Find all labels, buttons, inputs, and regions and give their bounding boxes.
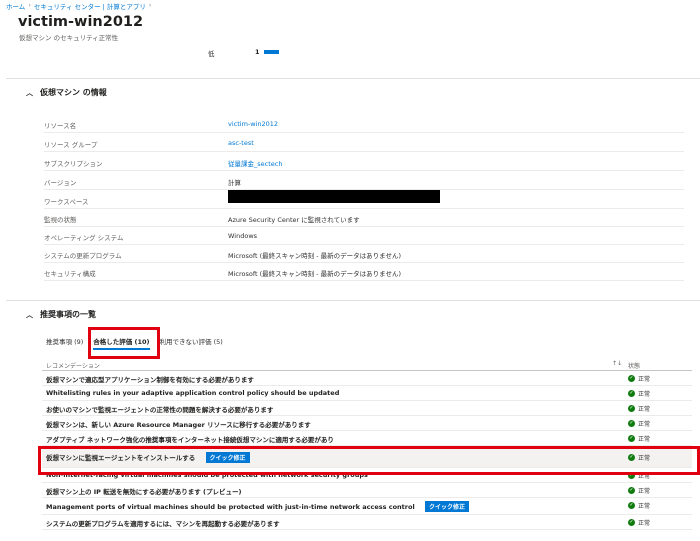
status-cell: ✓ 正常 [628, 404, 650, 413]
check-circle-icon: ✓ [628, 519, 635, 526]
tab-recommendations[interactable]: 推奨事項 (9) [46, 336, 83, 350]
table-row[interactable]: Management ports of virtual machines sho… [42, 498, 692, 515]
info-row-subscription: サブスクリプション 従量課金_sectech [44, 153, 684, 171]
info-value: Azure Security Center に監視されています [228, 216, 360, 224]
info-row-resource-name: リソース名 victim-win2012 [44, 115, 684, 133]
highlight-box-monitoring-row [38, 446, 700, 475]
status-text: 正常 [638, 520, 651, 527]
info-row-monitoring: 監視の状態 Azure Security Center に監視されています [44, 209, 684, 227]
info-key: リソース グループ [44, 141, 98, 149]
status-cell: ✓ 正常 [628, 389, 650, 398]
check-circle-icon: ✓ [628, 405, 635, 412]
info-key: オペレーティング システム [44, 234, 124, 242]
table-row[interactable]: Whitelisting rules in your adaptive appl… [42, 386, 692, 401]
divider [6, 78, 700, 79]
breadcrumb-security-center[interactable]: セキュリティ センター | 計算とアプリ [34, 1, 146, 11]
status-text: 正常 [638, 391, 651, 398]
column-recommendation[interactable]: レコメンデーション [46, 361, 100, 370]
redacted-workspace-value [228, 190, 440, 203]
divider [6, 300, 700, 301]
chevron-up-icon: ︿ [26, 88, 33, 97]
page-subtitle: 仮想マシン のセキュリティ正常性 [19, 34, 119, 42]
status-text: 正常 [638, 488, 651, 495]
status-cell: ✓ 正常 [628, 501, 650, 510]
breadcrumb: ホーム › セキュリティ センター | 計算とアプリ › [6, 1, 152, 11]
table-row[interactable]: アダプティブ ネットワーク強化の推奨事項をインターネット接続仮想マシンに適用する… [42, 431, 692, 446]
highlight-box-passed-tab [88, 327, 160, 359]
info-key: バージョン [44, 179, 77, 187]
quick-fix-button[interactable]: クイック修正 [424, 501, 469, 512]
severity-bar [263, 50, 279, 54]
status-text: 正常 [638, 406, 651, 413]
info-row-resource-group: リソース グループ asc-test [44, 134, 684, 152]
table-row[interactable]: お使いのマシンで監視エージェントの正常性の問題を解決する必要があります ✓ 正常 [42, 401, 692, 416]
recommendation-cell: Management ports of virtual machines sho… [46, 501, 469, 512]
recommendation-text: お使いのマシンで監視エージェントの正常性の問題を解決する必要があります [46, 406, 274, 414]
tab-unavailable-assessments[interactable]: 利用できない評価 (5) [160, 336, 223, 350]
recommendations-heading: 推奨事項の一覧 [40, 310, 96, 319]
recommendation-text: Management ports of virtual machines sho… [46, 503, 415, 511]
status-cell: ✓ 正常 [628, 518, 650, 527]
status-cell: ✓ 正常 [628, 486, 650, 495]
severity-summary: 低 [208, 48, 215, 58]
status-text: 正常 [638, 436, 651, 443]
recommendation-text: 仮想マシンは、新しい Azure Resource Manager リソースに移… [46, 421, 311, 429]
recommendation-text: 仮想マシンで適応型アプリケーション制御を有効にする必要があります [46, 376, 254, 384]
sort-icon[interactable]: ↑↓ [612, 360, 622, 367]
status-text: 正常 [638, 421, 651, 428]
page-title: victim-win2012 [18, 14, 144, 30]
vm-info-section-header[interactable]: ︿ 仮想マシン の情報 [26, 87, 107, 98]
info-row-security-config: セキュリティ構成 Microsoft (最終スキャン時刻 - 最新のデータはあり… [44, 263, 684, 281]
recommendation-text: アダプティブ ネットワーク強化の推奨事項をインターネット接続仮想マシンに適用する… [46, 436, 334, 444]
info-key: セキュリティ構成 [44, 270, 96, 278]
status-cell: ✓ 正常 [628, 434, 650, 443]
resource-group-link[interactable]: asc-test [228, 139, 254, 147]
breadcrumb-home[interactable]: ホーム [6, 1, 25, 11]
severity-low-count: 1 [255, 48, 260, 56]
subscription-link[interactable]: 従量課金_sectech [228, 158, 282, 168]
table-row[interactable]: 仮想マシン上の IP 転送を無効にする必要があります (プレビュー) ✓ 正常 [42, 483, 692, 498]
info-value: Microsoft (最終スキャン時刻 - 最新のデータはありません) [228, 252, 402, 260]
info-row-version: バージョン 計算 [44, 172, 684, 190]
table-row[interactable]: 仮想マシンで適応型アプリケーション制御を有効にする必要があります ✓ 正常 [42, 371, 692, 386]
info-value: Microsoft (最終スキャン時刻 - 最新のデータはありません) [228, 270, 402, 278]
chevron-up-icon: ︿ [26, 310, 33, 319]
table-row[interactable]: システムの更新プログラムを適用するには、マシンを再起動する必要があります ✓ 正常 [42, 515, 692, 530]
vm-info-heading: 仮想マシン の情報 [40, 88, 107, 97]
check-circle-icon: ✓ [628, 435, 635, 442]
info-key: 監視の状態 [44, 216, 77, 224]
info-value: 計算 [228, 179, 241, 187]
table-header: レコメンデーション ↑↓ 状態 [42, 358, 692, 371]
column-state[interactable]: 状態 [628, 361, 640, 370]
info-value: Windows [228, 232, 258, 240]
recommendations-section-header[interactable]: ︿ 推奨事項の一覧 [26, 309, 96, 320]
info-row-os: オペレーティング システム Windows [44, 227, 684, 245]
check-circle-icon: ✓ [628, 487, 635, 494]
status-cell: ✓ 正常 [628, 419, 650, 428]
check-circle-icon: ✓ [628, 502, 635, 509]
check-circle-icon: ✓ [628, 390, 635, 397]
info-key: サブスクリプション [44, 160, 103, 168]
info-key: ワークスペース [44, 198, 89, 206]
chevron-right-icon: › [148, 1, 152, 9]
status-text: 正常 [638, 376, 651, 383]
check-circle-icon: ✓ [628, 420, 635, 427]
resource-name-link[interactable]: victim-win2012 [228, 120, 278, 128]
severity-count-group: 1 [255, 48, 279, 56]
status-text: 正常 [638, 503, 651, 510]
info-key: リソース名 [44, 122, 77, 130]
info-row-system-updates: システムの更新プログラム Microsoft (最終スキャン時刻 - 最新のデー… [44, 245, 684, 263]
info-key: システムの更新プログラム [44, 252, 122, 260]
recommendation-text: Whitelisting rules in your adaptive appl… [46, 389, 340, 397]
status-cell: ✓ 正常 [628, 374, 650, 383]
recommendations-table: レコメンデーション ↑↓ 状態 仮想マシンで適応型アプリケーション制御を有効にす… [42, 358, 692, 530]
chevron-right-icon: › [28, 1, 31, 9]
recommendation-text: 仮想マシン上の IP 転送を無効にする必要があります (プレビュー) [46, 488, 242, 496]
severity-low-label: 低 [208, 50, 215, 58]
recommendation-text: システムの更新プログラムを適用するには、マシンを再起動する必要があります [46, 520, 280, 528]
table-row[interactable]: 仮想マシンは、新しい Azure Resource Manager リソースに移… [42, 416, 692, 431]
check-circle-icon: ✓ [628, 375, 635, 382]
